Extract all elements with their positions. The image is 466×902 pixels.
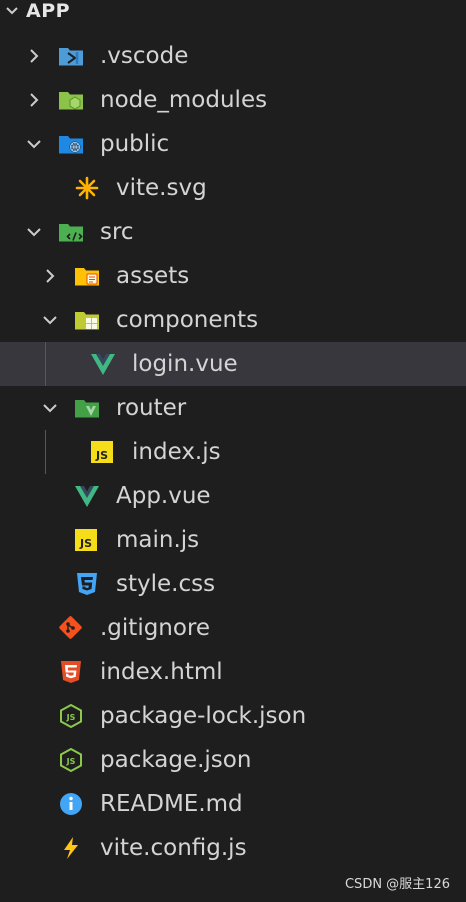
- explorer-root-label: APP: [26, 0, 71, 22]
- node-modules-folder-icon: [58, 88, 84, 112]
- chevron-down-icon[interactable]: [24, 134, 44, 154]
- tree-item-label: src: [100, 219, 134, 245]
- indent-guide: [45, 430, 46, 474]
- tree-folder-row[interactable]: public: [0, 122, 466, 166]
- svg-text:JS: JS: [79, 537, 92, 550]
- tree-item-label: .gitignore: [100, 615, 211, 641]
- tree-item-label: index.js: [132, 439, 221, 465]
- nodejs-file-icon: JS: [58, 703, 84, 729]
- html-file-icon: [58, 660, 84, 684]
- watermark: CSDN @服主126: [344, 877, 450, 892]
- tree-item-label: components: [116, 307, 259, 333]
- tree-item-label: .vscode: [100, 43, 189, 69]
- components-folder-icon: [74, 308, 100, 332]
- explorer-root-header[interactable]: APP: [0, 0, 466, 24]
- tree-item-label: package-lock.json: [100, 703, 307, 729]
- tree-folder-row[interactable]: router: [0, 386, 466, 430]
- tree-item-label: style.css: [116, 571, 216, 597]
- chevron-right-icon[interactable]: [24, 90, 44, 110]
- assets-folder-icon: [74, 264, 100, 288]
- tree-folder-row[interactable]: assets: [0, 254, 466, 298]
- tree-item-label: public: [100, 131, 170, 157]
- tree-file-row[interactable]: vite.config.js: [0, 826, 466, 870]
- tree-folder-row[interactable]: src: [0, 210, 466, 254]
- indent-guide: [45, 342, 46, 386]
- tree-item-label: App.vue: [116, 483, 211, 509]
- router-folder-icon: [74, 396, 100, 420]
- js-file-icon: JS: [74, 528, 100, 552]
- tree-file-row[interactable]: style.css: [0, 562, 466, 606]
- tree-item-label: assets: [116, 263, 190, 289]
- tree-item-label: login.vue: [132, 351, 238, 377]
- tree-item-label: vite.config.js: [100, 835, 247, 861]
- git-file-icon: [58, 616, 84, 640]
- tree-file-row[interactable]: JS index.js: [0, 430, 466, 474]
- css-file-icon: [74, 572, 100, 596]
- tree-file-row[interactable]: JS main.js: [0, 518, 466, 562]
- chevron-right-icon[interactable]: [40, 266, 60, 286]
- tree-file-row[interactable]: JS package-lock.json: [0, 694, 466, 738]
- tree-file-row[interactable]: vite.svg: [0, 166, 466, 210]
- tree-item-label: main.js: [116, 527, 200, 553]
- svg-text:JS: JS: [66, 713, 76, 722]
- tree-file-row[interactable]: JS package.json: [0, 738, 466, 782]
- src-folder-icon: [58, 220, 84, 244]
- tree-folder-row[interactable]: components: [0, 298, 466, 342]
- chevron-down-icon[interactable]: [24, 222, 44, 242]
- info-file-icon: [58, 792, 84, 816]
- tree-item-label: node_modules: [100, 87, 268, 113]
- vscode-folder-icon: [58, 44, 84, 68]
- chevron-right-icon[interactable]: [24, 46, 44, 66]
- tree-item-label: router: [116, 395, 187, 421]
- tree-file-row[interactable]: index.html: [0, 650, 466, 694]
- vue-file-icon: [74, 484, 100, 508]
- tree-item-label: README.md: [100, 791, 243, 817]
- public-folder-icon: [58, 132, 84, 156]
- tree-folder-row[interactable]: .vscode: [0, 34, 466, 78]
- tree-file-row[interactable]: App.vue: [0, 474, 466, 518]
- tree-file-row[interactable]: login.vue: [0, 342, 466, 386]
- vite-file-icon: [58, 836, 84, 860]
- js-file-icon: JS: [90, 440, 116, 464]
- chevron-down-icon: [6, 7, 18, 15]
- vue-file-icon: [90, 352, 116, 376]
- svg-file-icon: [74, 176, 100, 200]
- chevron-down-icon[interactable]: [40, 310, 60, 330]
- tree-file-row[interactable]: README.md: [0, 782, 466, 826]
- tree-folder-row[interactable]: node_modules: [0, 78, 466, 122]
- svg-text:JS: JS: [66, 757, 76, 766]
- svg-text:JS: JS: [95, 449, 108, 462]
- tree-item-label: vite.svg: [116, 175, 207, 201]
- file-tree: .vscode node_modulespublic vite.svg src asse…: [0, 34, 466, 870]
- tree-item-label: index.html: [100, 659, 223, 685]
- tree-item-label: package.json: [100, 747, 252, 773]
- tree-file-row[interactable]: .gitignore: [0, 606, 466, 650]
- nodejs-file-icon: JS: [58, 747, 84, 773]
- chevron-down-icon[interactable]: [40, 398, 60, 418]
